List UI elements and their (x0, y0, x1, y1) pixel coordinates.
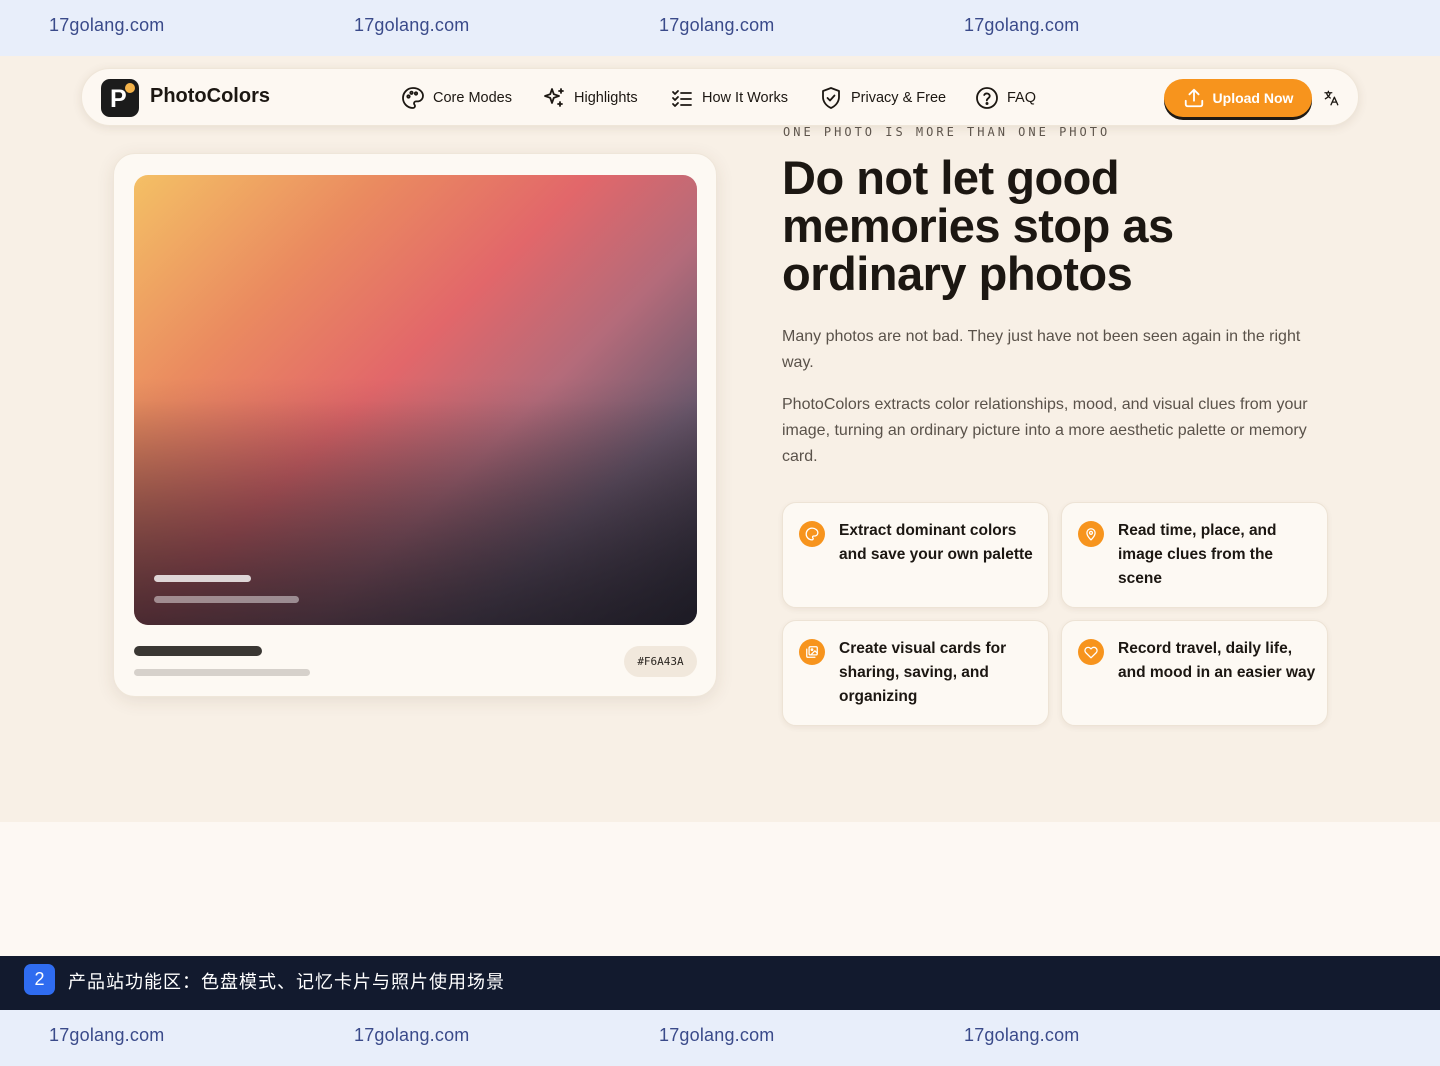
feature-text: Extract dominant colors and save your ow… (839, 522, 1033, 563)
hero-eyebrow: ONE PHOTO IS MORE THAN ONE PHOTO (783, 125, 1111, 139)
heart-icon (1078, 639, 1104, 665)
list-checks-icon (672, 90, 692, 107)
nav-item-privacy[interactable]: Privacy & Free (819, 86, 946, 110)
watermark-text: 17golang.com (49, 15, 165, 35)
card-subtitle-placeholder (134, 669, 310, 676)
feature-text: Read time, place, and image clues from t… (1118, 522, 1277, 587)
feature-text: Record travel, daily life, and mood in a… (1118, 640, 1316, 681)
card-title-placeholder (134, 646, 262, 656)
feature-card-visual-cards: Create visual cards for sharing, saving,… (782, 620, 1049, 726)
images-icon (799, 639, 825, 665)
nav-item-highlights[interactable]: Highlights (542, 86, 638, 110)
color-hex-chip: #F6A43A (624, 646, 697, 677)
photo-subcaption-placeholder (154, 596, 299, 603)
watermark-text: 17golang.com (964, 1025, 1080, 1045)
feature-card-palette: Extract dominant colors and save your ow… (782, 502, 1049, 608)
nav-item-label: Privacy & Free (851, 90, 947, 106)
feature-text: Create visual cards for sharing, saving,… (839, 640, 1007, 705)
language-switch-button[interactable] (1320, 87, 1342, 109)
nav-item-label: How It Works (702, 90, 788, 106)
watermark-text: 17golang.com (964, 15, 1080, 35)
map-pin-icon (1078, 521, 1104, 547)
sparkles-icon (544, 88, 564, 107)
gradient-photo-preview (134, 175, 697, 625)
hero-headline: Do not let good memories stop as ordinar… (782, 151, 1174, 300)
upload-now-button[interactable]: Upload Now (1164, 79, 1312, 117)
caption-text: 产品站功能区：色盘模式、记忆卡片与照片使用场景 (68, 972, 505, 993)
brand-logo[interactable]: P (101, 79, 139, 117)
upload-icon (1184, 88, 1203, 108)
palette-icon (799, 521, 825, 547)
watermark-text: 17golang.com (659, 1025, 775, 1045)
nav-item-faq[interactable]: FAQ (975, 86, 1036, 110)
watermark-text: 17golang.com (354, 15, 470, 35)
watermark-text: 17golang.com (354, 1025, 470, 1045)
nav-item-how-it-works[interactable]: How It Works (670, 86, 788, 110)
lower-section (0, 822, 1440, 956)
memory-card-preview: #F6A43A (113, 153, 717, 697)
feature-card-clues: Read time, place, and image clues from t… (1061, 502, 1328, 608)
nav-item-label: Core Modes (433, 90, 512, 106)
caption-bar: 2 产品站功能区：色盘模式、记忆卡片与照片使用场景 (0, 956, 1440, 1010)
nav-item-label: Highlights (574, 90, 638, 106)
translate-icon (1324, 90, 1339, 106)
watermark-text: 17golang.com (659, 15, 775, 35)
step-badge: 2 (24, 964, 55, 995)
nav-item-core-modes[interactable]: Core Modes (401, 86, 512, 110)
hero-paragraph-2: PhotoColors extracts color relationships… (782, 396, 1308, 465)
feature-card-record: Record travel, daily life, and mood in a… (1061, 620, 1328, 726)
top-navbar: P PhotoColors Core Modes Highlights How … (81, 68, 1359, 126)
watermark-strip-top: 17golang.com 17golang.com 17golang.com 1… (0, 0, 1440, 56)
upload-now-label: Upload Now (1212, 90, 1294, 106)
brand-name[interactable]: PhotoColors (150, 85, 270, 108)
nav-item-label: FAQ (1007, 90, 1037, 106)
watermark-text: 17golang.com (49, 1025, 165, 1045)
watermark-strip-bottom: 17golang.com 17golang.com 17golang.com 1… (0, 1010, 1440, 1066)
photo-caption-placeholder (154, 575, 251, 582)
palette-icon (402, 87, 424, 109)
shield-check-icon (822, 87, 840, 109)
help-circle-icon (976, 87, 998, 109)
hero-paragraph-1: Many photos are not bad. They just have … (782, 328, 1301, 371)
